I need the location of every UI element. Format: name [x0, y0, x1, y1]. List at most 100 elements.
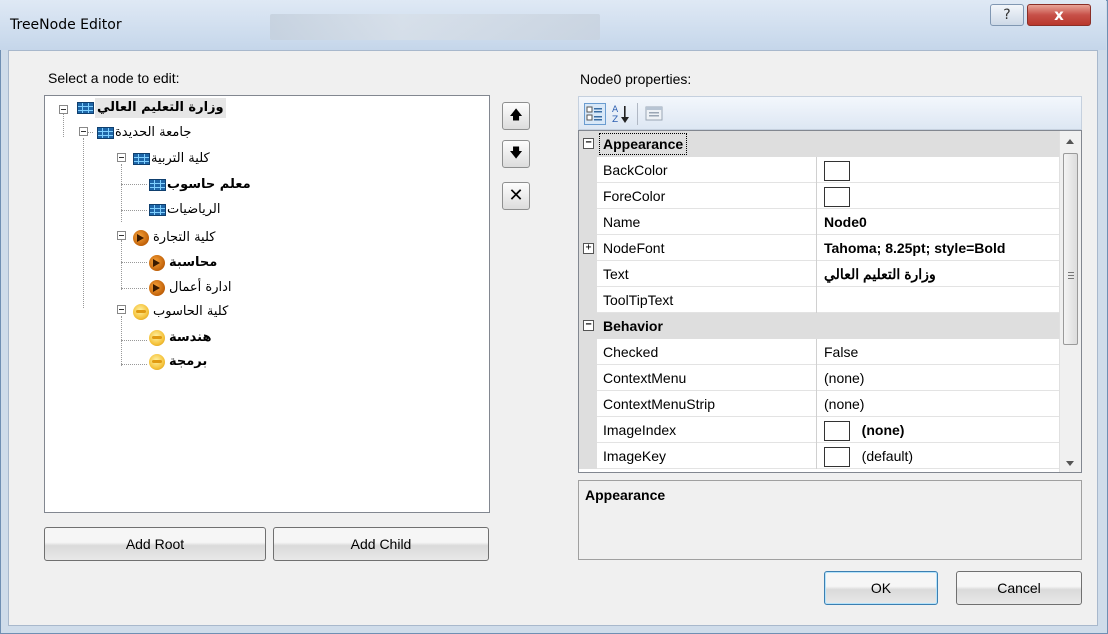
- move-down-button[interactable]: 🡇: [502, 140, 530, 168]
- property-value[interactable]: Tahoma; 8.25pt; style=Bold: [819, 235, 1059, 261]
- arrow-down-icon: 🡇: [509, 146, 523, 161]
- property-grid-scrollbar[interactable]: [1059, 131, 1081, 472]
- node-tree[interactable]: وزارة التعليم العالي جامعة الحديدة كلية …: [44, 95, 490, 513]
- tree-node[interactable]: الرياضيات: [167, 200, 221, 220]
- orange-play-icon: [133, 230, 149, 246]
- categorized-icon: [586, 106, 602, 121]
- property-value[interactable]: False: [819, 339, 1059, 365]
- property-row-text[interactable]: Text وزارة التعليم العالي: [579, 261, 1059, 287]
- category-appearance[interactable]: − Appearance: [579, 131, 1059, 157]
- property-grid[interactable]: − Appearance BackColor ForeColor Name No…: [578, 130, 1082, 473]
- tree-connector: [121, 184, 147, 185]
- tree-node[interactable]: كلية التجارة: [153, 228, 215, 248]
- collapse-icon[interactable]: −: [583, 138, 594, 149]
- category-label: Appearance: [599, 133, 688, 155]
- window-title: TreeNode Editor: [10, 17, 122, 33]
- row-gutter: [579, 157, 597, 183]
- categorized-view-button[interactable]: [584, 103, 606, 125]
- background-window-blur: [270, 14, 600, 40]
- cancel-button[interactable]: Cancel: [956, 571, 1082, 605]
- tree-connector: [121, 288, 147, 289]
- tree-connector: [121, 210, 147, 211]
- property-row-name[interactable]: Name Node0: [579, 209, 1059, 235]
- collapse-icon[interactable]: −: [583, 320, 594, 331]
- property-value[interactable]: (none): [819, 365, 1059, 391]
- property-value[interactable]: Node0: [819, 209, 1059, 235]
- properties-label: Node0 properties:: [580, 71, 692, 87]
- delete-button[interactable]: ✕: [502, 182, 530, 210]
- add-child-button[interactable]: Add Child: [273, 527, 489, 561]
- property-value[interactable]: [819, 183, 1059, 209]
- tree-node-root[interactable]: وزارة التعليم العالي: [95, 98, 226, 118]
- close-button[interactable]: x: [1027, 4, 1091, 26]
- tree-node[interactable]: برمجة: [169, 352, 207, 372]
- property-row-imageindex[interactable]: ImageIndex (none): [579, 417, 1059, 443]
- property-pages-icon: [645, 106, 663, 121]
- tree-connector: [121, 340, 147, 341]
- property-value[interactable]: وزارة التعليم العالي: [819, 261, 1059, 287]
- property-name: Name: [599, 209, 817, 235]
- tree-connector: [121, 262, 147, 263]
- property-row-backcolor[interactable]: BackColor: [579, 157, 1059, 183]
- add-root-button[interactable]: Add Root: [44, 527, 266, 561]
- property-row-tooltiptext[interactable]: ToolTipText: [579, 287, 1059, 313]
- tree-node[interactable]: كلية التربية: [151, 149, 210, 169]
- property-name: ImageKey: [599, 443, 817, 469]
- property-row-contextmenu[interactable]: ContextMenu (none): [579, 365, 1059, 391]
- row-gutter: [579, 417, 597, 443]
- tree-connector: [121, 240, 122, 290]
- tree-node[interactable]: كلية الحاسوب: [153, 302, 228, 322]
- tree-node[interactable]: جامعة الحديدة: [115, 123, 191, 143]
- property-value[interactable]: [819, 157, 1059, 183]
- tree-node[interactable]: محاسبة: [169, 253, 217, 273]
- property-name: Checked: [599, 339, 817, 365]
- tree-connector: [121, 364, 147, 365]
- tree-node[interactable]: ادارة أعمال: [169, 278, 232, 298]
- property-name: ContextMenu: [599, 365, 817, 391]
- property-value[interactable]: (none): [819, 417, 1059, 443]
- grip-line: [1068, 275, 1074, 276]
- value-text: (default): [861, 448, 914, 464]
- value-text: (none): [861, 422, 905, 438]
- tree-node[interactable]: معلم حاسوب: [167, 175, 251, 195]
- help-button[interactable]: ?: [990, 4, 1024, 26]
- property-row-forecolor[interactable]: ForeColor: [579, 183, 1059, 209]
- row-gutter: [579, 365, 597, 391]
- color-swatch: [824, 187, 850, 208]
- image-swatch: [824, 447, 850, 468]
- property-value[interactable]: (default): [819, 443, 1059, 469]
- yellow-face-icon: [149, 330, 165, 346]
- property-value[interactable]: [819, 287, 1059, 313]
- ok-button[interactable]: OK: [824, 571, 938, 605]
- property-pages-button[interactable]: [643, 103, 665, 125]
- property-row-nodefont[interactable]: + NodeFont Tahoma; 8.25pt; style=Bold: [579, 235, 1059, 261]
- property-row-checked[interactable]: Checked False: [579, 339, 1059, 365]
- orange-play-icon: [149, 280, 165, 296]
- property-row-imagekey[interactable]: ImageKey (default): [579, 443, 1059, 469]
- property-row-contextmenustrip[interactable]: ContextMenuStrip (none): [579, 391, 1059, 417]
- tree-connector: [121, 316, 122, 366]
- property-grid-toolbar: A Z: [578, 96, 1082, 130]
- collapse-icon[interactable]: [79, 127, 88, 136]
- alphabetical-view-button[interactable]: A Z: [610, 103, 632, 125]
- tree-node[interactable]: هندسة: [169, 328, 212, 348]
- collapse-icon[interactable]: [117, 231, 126, 240]
- category-label: Behavior: [603, 318, 663, 334]
- yellow-face-icon: [133, 304, 149, 320]
- expand-icon[interactable]: +: [583, 243, 594, 254]
- toolbar-separator: [637, 103, 638, 125]
- row-gutter: [579, 183, 597, 209]
- row-gutter: [579, 391, 597, 417]
- scroll-up-icon[interactable]: [1066, 139, 1074, 144]
- tree-connector: [121, 164, 122, 222]
- scroll-down-icon[interactable]: [1066, 461, 1074, 466]
- table-icon: [133, 153, 150, 165]
- scrollbar-thumb[interactable]: [1063, 153, 1078, 345]
- collapse-icon[interactable]: [117, 305, 126, 314]
- move-up-button[interactable]: 🡅: [502, 102, 530, 130]
- collapse-icon[interactable]: [117, 153, 126, 162]
- collapse-icon[interactable]: [59, 105, 68, 114]
- row-gutter: [579, 339, 597, 365]
- category-behavior[interactable]: − Behavior: [579, 313, 1059, 339]
- property-value[interactable]: (none): [819, 391, 1059, 417]
